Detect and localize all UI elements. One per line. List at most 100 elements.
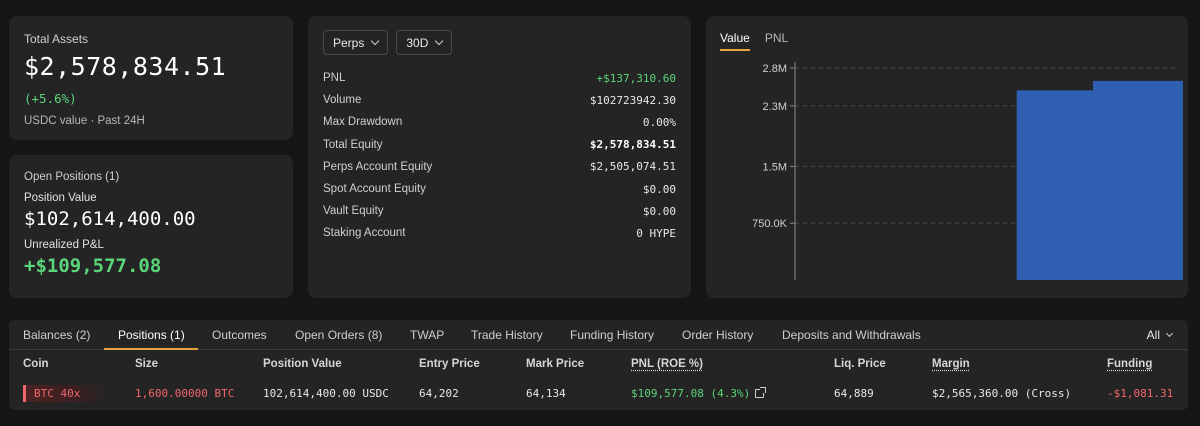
cell-value: 102,614,400.00 USDC — [263, 387, 389, 400]
column-header-label: PNL (ROE %) — [631, 358, 703, 370]
chevron-down-icon — [435, 36, 444, 46]
stat-value: $0.00 — [642, 182, 676, 196]
stat-value: 0.00% — [642, 115, 676, 129]
stat-row: Total Equity $2,578,834.51 — [323, 134, 676, 156]
period-label: 30D — [406, 35, 429, 50]
stats-list: PNL +$137,310.60 Volume $102723942.30 Max Dr… — [323, 67, 676, 245]
stat-row: PNL +$137,310.60 — [323, 67, 676, 89]
positions-panel: All Balances (2) Positions (1) Outcomes Ope… — [9, 320, 1188, 410]
tab-balances[interactable]: Balances (2) — [23, 320, 90, 350]
cell-pnl[interactable]: $109,577.08 (4.3%) — [631, 379, 767, 408]
cell-value: 64,134 — [526, 387, 566, 400]
total-assets-card: Total Assets $2,578,834.51 (+5.6%) USDC … — [9, 16, 293, 140]
column-header-margin[interactable]: Margin — [932, 350, 970, 379]
column-header-liq-price[interactable]: Liq. Price — [834, 350, 886, 379]
column-header-label: Size — [135, 358, 159, 370]
total-assets-subtitle: USDC value · Past 24H — [24, 115, 145, 127]
position-value-label: Position Value — [24, 192, 97, 204]
stat-label: Volume — [323, 94, 362, 107]
stat-value: $102723942.30 — [589, 93, 676, 107]
tab-order-history[interactable]: Order History — [682, 320, 753, 350]
cell-value: 1,600.00000 BTC — [135, 387, 235, 400]
cell-margin: $2,565,360.00 (Cross) — [932, 379, 1071, 408]
stat-value: $2,505,074.51 — [589, 160, 676, 174]
stat-row: Spot Account Equity $0.00 — [323, 178, 676, 200]
y-tick-label: 1.5M — [763, 161, 787, 173]
stat-row: Vault Equity $0.00 — [323, 200, 676, 222]
stat-label: Total Equity — [323, 138, 383, 151]
stat-row: Staking Account 0 HYPE — [323, 222, 676, 244]
filter-dropdown[interactable]: All — [1146, 320, 1174, 350]
market-type-dropdown[interactable]: Perps — [323, 30, 389, 55]
stat-value: 0 HYPE — [636, 226, 676, 240]
filter-label: All — [1146, 328, 1160, 342]
column-header-position-value[interactable]: Position Value — [263, 350, 342, 379]
unrealized-pnl-label: Unrealized P&L — [24, 239, 104, 251]
stat-value: $2,578,834.51 — [589, 138, 676, 152]
tab-funding-history[interactable]: Funding History — [570, 320, 654, 350]
tab-positions[interactable]: Positions (1) — [118, 320, 185, 350]
column-header-label: Entry Price — [419, 358, 480, 370]
y-tick-label: 750.0K — [752, 218, 788, 230]
column-header-label: Liq. Price — [834, 358, 886, 370]
market-type-label: Perps — [333, 35, 365, 50]
column-header-size[interactable]: Size — [135, 350, 158, 379]
cell-funding: -$1,081.31 — [1107, 379, 1173, 408]
column-header-label: Position Value — [263, 358, 342, 370]
coin-cell[interactable]: BTC 40x — [23, 385, 109, 402]
total-assets-change: (+5.6%) — [24, 91, 77, 106]
position-value: $102,614,400.00 — [24, 208, 196, 230]
column-header-label: Funding — [1107, 358, 1153, 370]
y-tick-label: 2.8M — [763, 63, 787, 75]
tab-deposits-withdrawals[interactable]: Deposits and Withdrawals — [782, 320, 921, 350]
tab-open-orders[interactable]: Open Orders (8) — [295, 320, 382, 350]
cell-position-value: 102,614,400.00 USDC — [263, 379, 389, 408]
tab-twap[interactable]: TWAP — [410, 320, 444, 350]
total-assets-label: Total Assets — [24, 32, 89, 46]
column-header-coin[interactable]: Coin — [23, 350, 49, 379]
cell-entry-price: 64,202 — [419, 379, 459, 408]
stat-value: $0.00 — [642, 204, 676, 218]
external-link-icon[interactable] — [755, 387, 767, 398]
unrealized-pnl-value: +$109,577.08 — [24, 255, 162, 277]
open-positions-title: Open Positions (1) — [24, 171, 120, 183]
coin-label: BTC 40x — [34, 387, 81, 400]
cell-size: 1,600.00000 BTC — [135, 379, 234, 408]
column-header-label: Margin — [932, 358, 970, 370]
tab-outcomes[interactable]: Outcomes — [212, 320, 267, 350]
positions-table-header: Coin Size Position Value Entry Price Mark Pr… — [9, 350, 1188, 379]
y-tick-label: 2.3M — [763, 101, 787, 113]
column-header-funding[interactable]: Funding — [1107, 350, 1152, 379]
column-header-label: Mark Price — [526, 358, 585, 370]
stat-label: Spot Account Equity — [323, 183, 426, 196]
table-row: BTC 40x 1,600.00000 BTC 102,614,400.00 USD… — [9, 379, 1188, 408]
stat-label: Vault Equity — [323, 205, 384, 218]
column-header-mark-price[interactable]: Mark Price — [526, 350, 584, 379]
column-header-entry-price[interactable]: Entry Price — [419, 350, 480, 379]
account-value-chart-card: Value PNL 2.8M 2.3M 1.5M 750.0K — [706, 16, 1188, 298]
stat-label: Staking Account — [323, 227, 406, 240]
account-stats-card: Perps 30D PNL +$137,310.60 Volume $10272394… — [308, 16, 691, 298]
stat-row: Max Drawdown 0.00% — [323, 111, 676, 133]
value-bar-chart: 2.8M 2.3M 1.5M 750.0K — [752, 62, 1183, 280]
stat-label: Max Drawdown — [323, 116, 403, 129]
tab-trade-history[interactable]: Trade History — [471, 320, 543, 350]
cell-value: 64,889 — [834, 387, 874, 400]
stat-label: Perps Account Equity — [323, 160, 433, 173]
stat-row: Perps Account Equity $2,505,074.51 — [323, 156, 676, 178]
column-header-label: Coin — [23, 358, 49, 370]
cell-liq-price: 64,889 — [834, 379, 874, 408]
column-header-pnl-roe[interactable]: PNL (ROE %) — [631, 350, 703, 379]
positions-tab-bar: All Balances (2) Positions (1) Outcomes Ope… — [9, 320, 1188, 350]
stat-label: PNL — [323, 72, 346, 85]
cell-value: $109,577.08 (4.3%) — [631, 387, 751, 400]
cell-mark-price: 64,134 — [526, 379, 566, 408]
cell-value: -$1,081.31 — [1107, 387, 1174, 400]
period-dropdown[interactable]: 30D — [396, 30, 453, 55]
cell-value: 64,202 — [419, 387, 459, 400]
value-bar — [1092, 80, 1183, 280]
open-positions-card: Open Positions (1) Position Value $102,6… — [9, 155, 293, 298]
cell-value: $2,565,360.00 (Cross) — [932, 387, 1072, 400]
stat-row: Volume $102723942.30 — [323, 89, 676, 111]
chevron-down-icon — [371, 36, 380, 46]
